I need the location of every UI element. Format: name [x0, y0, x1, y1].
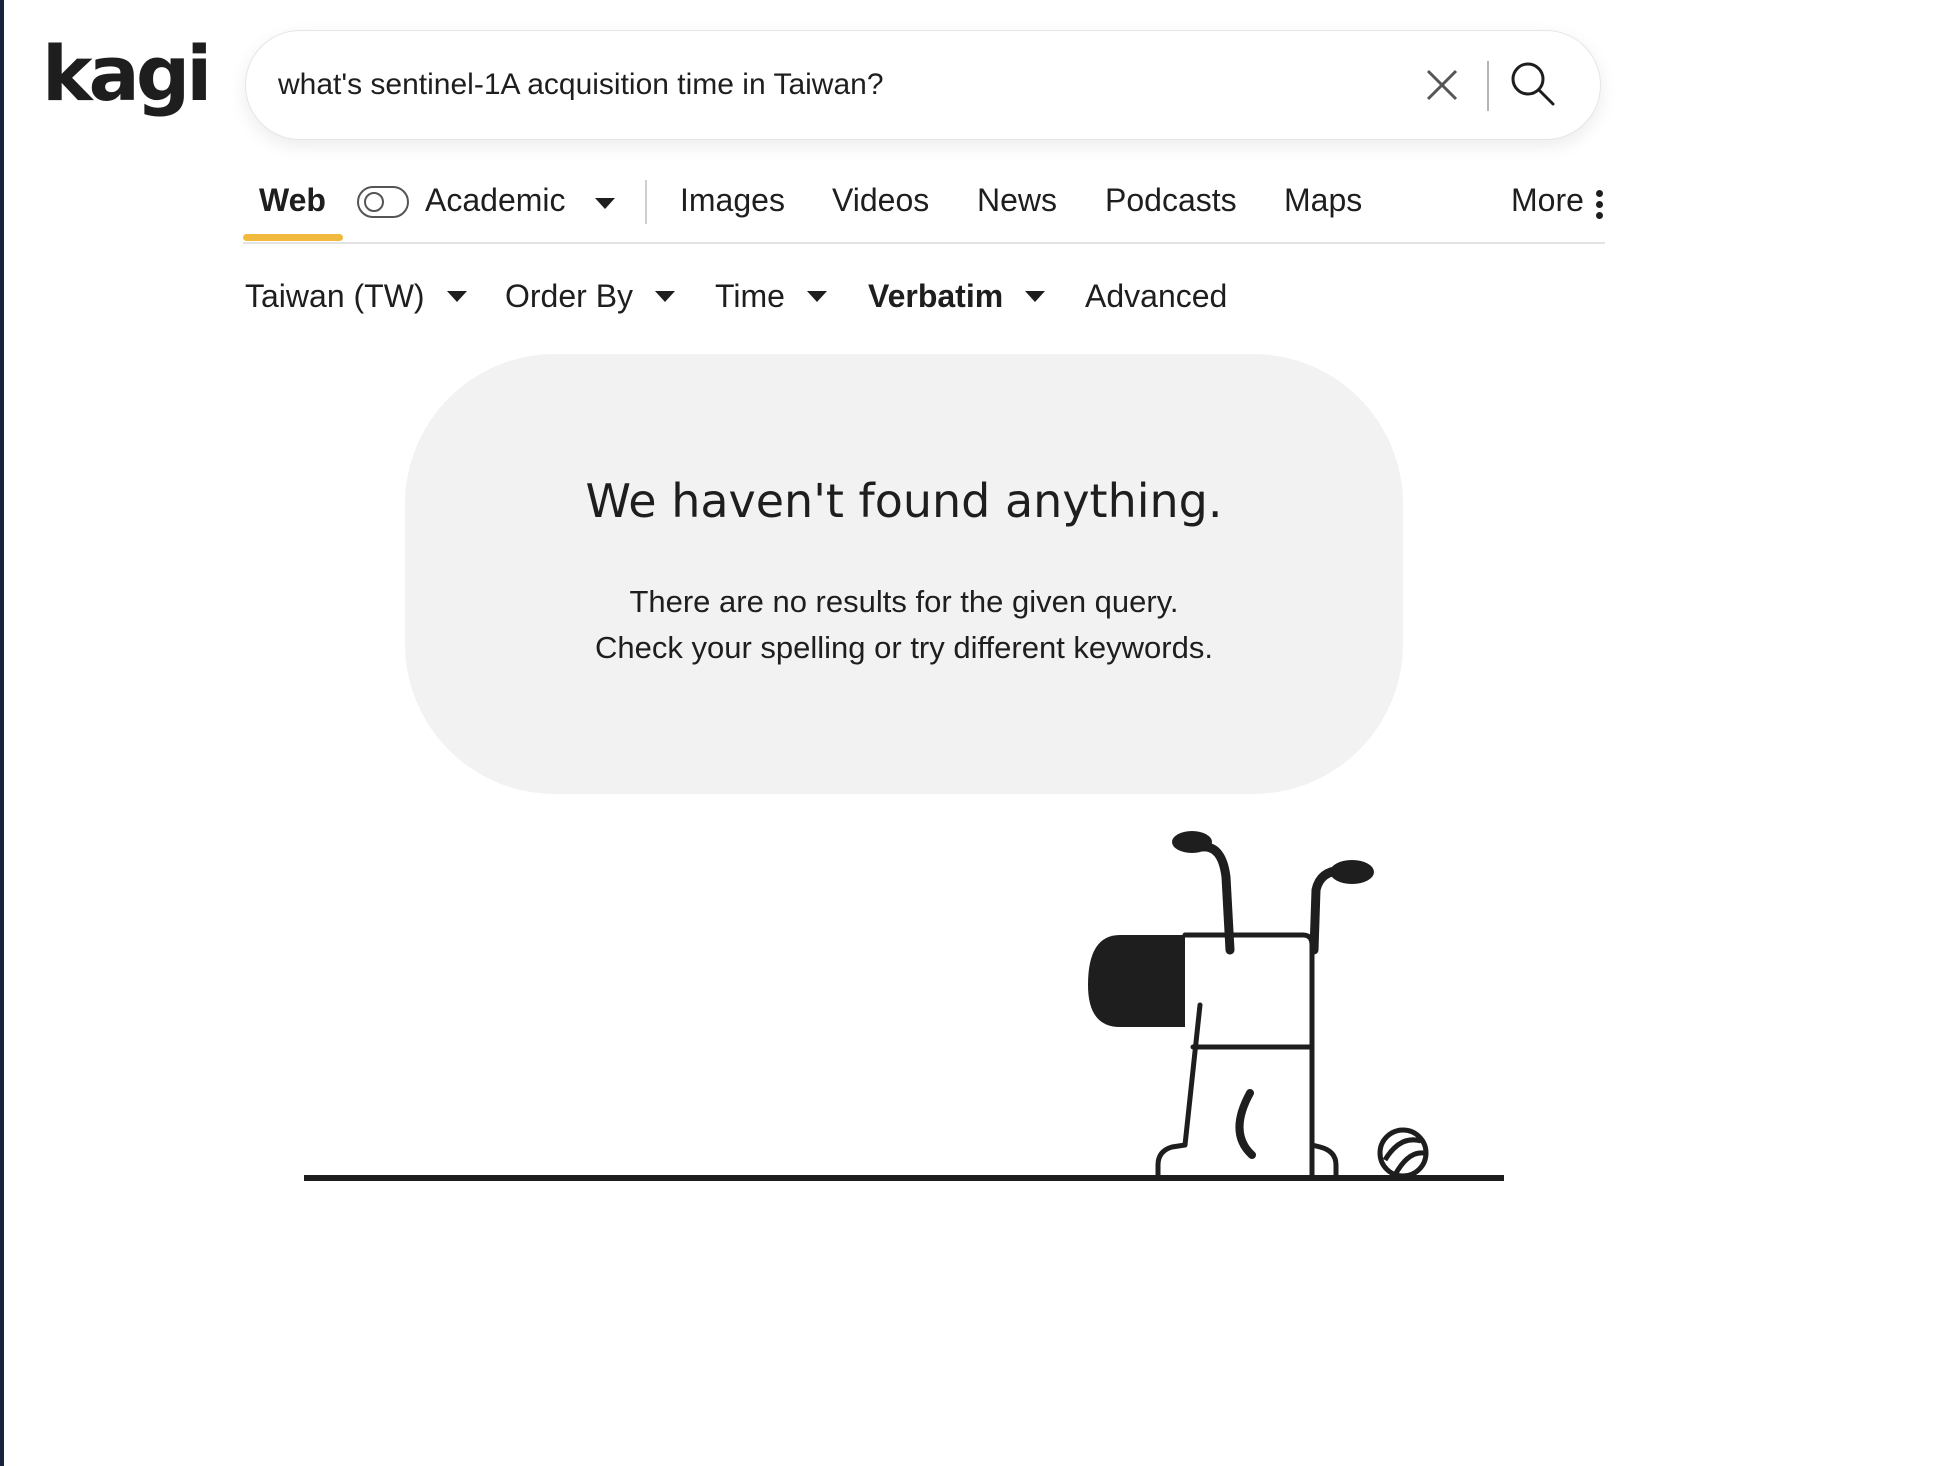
tab-separator	[645, 180, 647, 224]
handstand-dog-illustration	[304, 831, 1504, 1181]
tab-maps[interactable]: Maps	[1284, 182, 1362, 219]
filter-time[interactable]: Time	[715, 278, 827, 315]
no-results-title: We haven't found anything.	[585, 474, 1223, 528]
search-button[interactable]	[1508, 59, 1560, 111]
active-tab-indicator	[243, 234, 343, 241]
search-divider	[1487, 61, 1489, 111]
academic-toggle[interactable]	[357, 186, 409, 218]
filter-region[interactable]: Taiwan (TW)	[245, 278, 467, 315]
toggle-knob	[364, 192, 384, 212]
kagi-logo[interactable]: kagi	[40, 22, 212, 132]
dog-icon	[1088, 831, 1374, 1181]
filter-time-label: Time	[715, 278, 785, 314]
filter-order-by-label: Order By	[505, 278, 634, 314]
filter-verbatim-label: Verbatim	[868, 278, 1004, 314]
tab-images[interactable]: Images	[680, 182, 785, 219]
svg-text:kagi: kagi	[42, 29, 208, 118]
search-filters: Taiwan (TW) Order By Time Verbatim Advan…	[245, 272, 1345, 320]
search-tabs: Web Academic Images Videos News Podcasts…	[243, 170, 1605, 244]
window-edge	[0, 0, 4, 1466]
search-bar	[245, 30, 1601, 140]
tab-videos[interactable]: Videos	[832, 182, 929, 219]
clear-search-button[interactable]	[1418, 61, 1466, 109]
chevron-down-icon	[655, 291, 676, 303]
no-results-message-line1: There are no results for the given query…	[629, 584, 1179, 619]
filter-region-label: Taiwan (TW)	[245, 278, 425, 314]
tab-academic[interactable]: Academic	[425, 182, 566, 219]
kagi-logo-mark: kagi	[42, 29, 212, 118]
more-vertical-icon[interactable]	[1596, 190, 1604, 220]
filter-advanced[interactable]: Advanced	[1085, 278, 1227, 315]
chevron-down-icon	[1025, 291, 1046, 303]
academic-dropdown-icon[interactable]	[595, 198, 615, 209]
ball-icon	[1377, 1127, 1429, 1179]
search-icon	[1511, 62, 1555, 106]
tab-podcasts[interactable]: Podcasts	[1105, 182, 1237, 219]
chevron-down-icon	[806, 291, 827, 303]
tab-news[interactable]: News	[977, 182, 1057, 219]
filter-order-by[interactable]: Order By	[505, 278, 676, 315]
tab-more[interactable]: More	[1511, 182, 1584, 219]
chevron-down-icon	[446, 291, 467, 303]
tab-web[interactable]: Web	[259, 182, 326, 219]
no-results-message-line2: Check your spelling or try different key…	[595, 630, 1213, 665]
filter-verbatim[interactable]: Verbatim	[868, 278, 1046, 315]
search-input[interactable]	[278, 31, 1378, 139]
close-icon	[1426, 69, 1458, 101]
no-results-card: We haven't found anything. There are no …	[405, 354, 1403, 794]
